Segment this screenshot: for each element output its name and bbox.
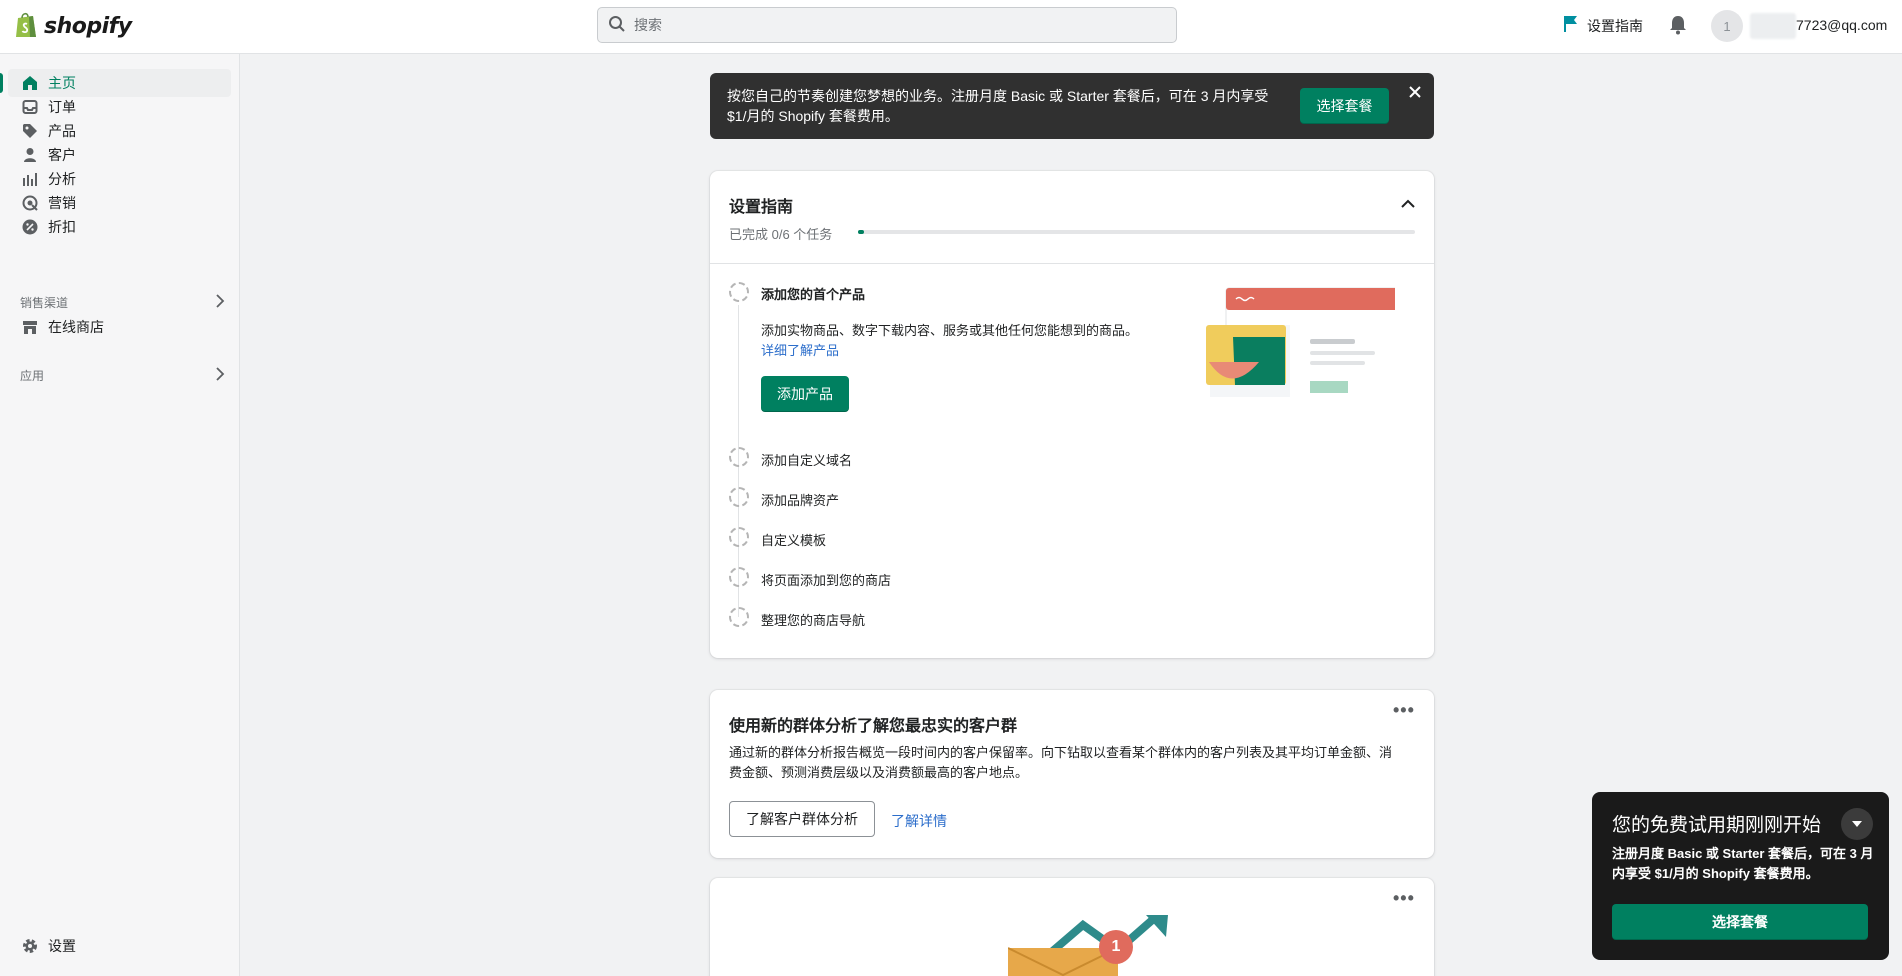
chevron-down-icon[interactable] [1841, 808, 1873, 840]
progress-bar [858, 230, 1415, 234]
gear-icon [22, 938, 38, 954]
flag-icon [1563, 15, 1579, 36]
trial-title: 您的免费试用期刚刚开始 [1612, 815, 1822, 836]
sidebar-item-discounts[interactable]: 折扣 [8, 213, 231, 241]
trial-popup: 您的免费试用期刚刚开始 注册月度 Basic 或 Starter 套餐后，可在 … [1592, 792, 1889, 960]
target-icon [22, 195, 38, 211]
cohort-description: 通过新的群体分析报告概览一段时间内的客户保留率。向下钻取以查看某个群体内的客户列… [729, 745, 1393, 780]
logo-text: shopify [44, 13, 132, 39]
apps-section[interactable]: 应用 [20, 367, 225, 384]
shopify-bag-icon [14, 11, 38, 42]
trial-choose-plan-button[interactable]: 选择套餐 [1612, 904, 1868, 940]
email-redaction [1750, 13, 1796, 39]
sidebar-item-label: 营销 [48, 195, 76, 211]
growth-illustration [1007, 911, 1168, 976]
more-options-icon[interactable]: ••• [1393, 888, 1415, 909]
task-checkbox[interactable] [729, 447, 749, 467]
chevron-up-icon[interactable] [1401, 197, 1415, 212]
add-product-button[interactable]: 添加产品 [761, 376, 849, 412]
learn-cohort-button[interactable]: 了解客户群体分析 [729, 801, 875, 837]
store-icon [22, 319, 38, 335]
sidebar-item-label: 在线商店 [48, 319, 104, 335]
promo-banner: 按您自己的节奏创建您梦想的业务。注册月度 Basic 或 Starter 套餐后… [710, 73, 1434, 139]
product-illustration [1205, 287, 1404, 399]
top-bar: shopify 搜索 设置指南 1 7723@qq.com [0, 0, 1902, 54]
setup-guide-title: 设置指南 [729, 199, 794, 216]
bell-icon[interactable] [1668, 14, 1688, 36]
sidebar-item-settings[interactable]: 设置 [8, 932, 231, 960]
sidebar: 主页 订单 产品 客户 分析 营销 折扣 销售渠道 在线商店 应用 设置 [0, 54, 240, 976]
task-label[interactable]: 添加自定义域名 [761, 450, 852, 469]
sidebar-item-label: 设置 [48, 938, 76, 954]
discount-icon [22, 219, 38, 235]
progress-fill [858, 230, 864, 234]
home-icon [22, 75, 38, 91]
sales-channels-section[interactable]: 销售渠道 [20, 294, 225, 311]
divider [710, 263, 1434, 264]
task-desc-text: 添加实物商品、数字下载内容、服务或其他任何您能想到的商品。 [761, 323, 1139, 338]
more-options-icon[interactable]: ••• [1393, 700, 1415, 721]
tag-icon [22, 123, 38, 139]
close-icon[interactable] [1408, 85, 1422, 104]
task-checkbox[interactable] [729, 567, 749, 587]
sidebar-item-label: 分析 [48, 171, 76, 187]
trial-description: 注册月度 Basic 或 Starter 套餐后，可在 3 月内享受 $1/月的… [1612, 846, 1874, 881]
progress-text: 已完成 0/6 个任务 [729, 227, 833, 242]
task-label[interactable]: 添加您的首个产品 [761, 284, 865, 303]
sidebar-item-online-store[interactable]: 在线商店 [8, 313, 231, 341]
chevron-right-icon [215, 367, 225, 384]
bar-chart-icon [22, 171, 38, 187]
task-checkbox[interactable] [729, 607, 749, 627]
sidebar-item-label: 客户 [48, 147, 76, 163]
shopify-logo[interactable]: shopify [14, 11, 132, 41]
setup-guide-card: 设置指南 已完成 0/6 个任务 添加您的首个产品 添加实物商品、数字下载内容、… [710, 171, 1434, 658]
inbox-icon [22, 99, 38, 115]
sidebar-item-label: 订单 [48, 99, 76, 115]
avatar[interactable]: 1 [1711, 10, 1743, 42]
search-placeholder: 搜索 [634, 17, 662, 33]
task-label[interactable]: 将页面添加到您的商店 [761, 570, 891, 589]
cohort-analysis-card: 使用新的群体分析了解您最忠实的客户群 ••• 通过新的群体分析报告概览一段时间内… [710, 690, 1434, 858]
search-bar[interactable]: 搜索 [597, 7, 1177, 43]
setup-guide-link[interactable]: 设置指南 [1563, 15, 1643, 36]
task-checkbox[interactable] [729, 282, 749, 302]
sales-channels-label: 销售渠道 [20, 296, 69, 310]
task-checkbox[interactable] [729, 527, 749, 547]
setup-guide-label: 设置指南 [1587, 17, 1643, 34]
task-description: 添加实物商品、数字下载内容、服务或其他任何您能想到的商品。 详细了解产品 [761, 321, 1151, 361]
choose-plan-button[interactable]: 选择套餐 [1300, 88, 1389, 124]
task-checkbox[interactable] [729, 487, 749, 507]
banner-text: 按您自己的节奏创建您梦想的业务。注册月度 Basic 或 Starter 套餐后… [727, 88, 1269, 124]
sidebar-item-label: 产品 [48, 123, 76, 139]
growth-card: ••• 1 [710, 878, 1434, 976]
learn-more-link[interactable]: 了解详情 [891, 811, 947, 831]
chevron-right-icon [215, 294, 225, 311]
task-label[interactable]: 自定义模板 [761, 530, 826, 549]
account-email[interactable]: 7723@qq.com [1796, 17, 1887, 33]
sidebar-item-label: 折扣 [48, 219, 76, 235]
person-icon [22, 147, 38, 163]
task-label[interactable]: 添加品牌资产 [761, 490, 839, 509]
learn-products-link[interactable]: 详细了解产品 [761, 343, 839, 358]
cohort-title: 使用新的群体分析了解您最忠实的客户群 [729, 718, 1018, 735]
search-icon [608, 15, 626, 36]
task-label[interactable]: 整理您的商店导航 [761, 610, 865, 629]
sidebar-item-label: 主页 [48, 75, 76, 91]
apps-label: 应用 [20, 369, 45, 383]
notification-badge: 1 [1099, 930, 1133, 964]
